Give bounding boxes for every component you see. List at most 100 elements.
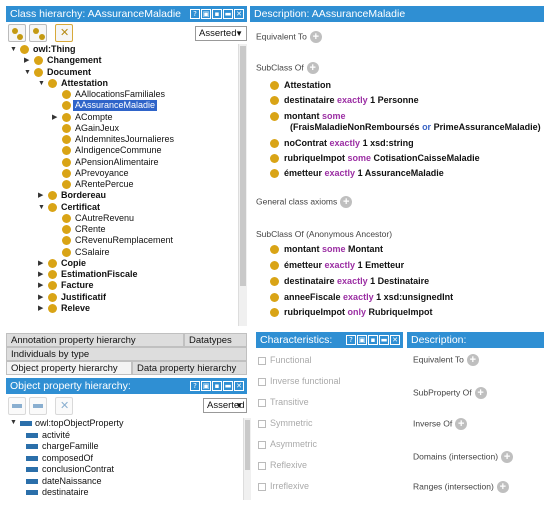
delete-property-button[interactable]: ✕ (55, 397, 73, 415)
expand-right-icon[interactable]: ▶ (38, 303, 43, 314)
add-section-button[interactable]: + (496, 481, 509, 493)
restriction-filler: Montant (348, 244, 384, 254)
property-asserted-select[interactable]: Asserted ▼ (203, 398, 247, 413)
class-tree-scrollbar-thumb[interactable] (240, 46, 246, 286)
characteristic-label: Reflexive (270, 460, 308, 470)
close-icon[interactable]: ✕ (390, 335, 400, 345)
checkbox-icon[interactable] (258, 419, 266, 428)
checkbox-icon[interactable] (258, 440, 266, 449)
help-icon[interactable]: ? (190, 381, 200, 391)
class-icon (34, 56, 43, 66)
property-tree-scrollbar[interactable] (243, 418, 251, 500)
property-description-section: Inverse Of + (413, 418, 468, 430)
property-tree-scrollbar-thumb[interactable] (245, 420, 250, 470)
class-icon (270, 245, 279, 254)
expand-down-icon[interactable]: ▼ (10, 418, 17, 428)
add-sub-property-button[interactable] (8, 397, 26, 415)
characteristic-checkbox[interactable]: Symmetric (258, 418, 313, 428)
add-section-button[interactable]: + (466, 354, 479, 366)
class-icon (20, 45, 29, 54)
expand-right-icon[interactable]: ▶ (38, 292, 43, 303)
characteristic-label: Inverse functional (270, 376, 341, 386)
equivalent-to-section: Equivalent To + (256, 31, 322, 43)
expand-right-icon[interactable]: ▶ (52, 112, 57, 123)
characteristic-checkbox[interactable]: Irreflexive (258, 481, 309, 491)
expand-down-icon[interactable]: ▼ (38, 78, 45, 89)
expand-right-icon[interactable]: ▶ (38, 269, 43, 280)
characteristic-label: Functional (270, 355, 312, 365)
object-property-label: chargeFamille (42, 441, 99, 451)
class-tree-label: Document (47, 66, 92, 77)
class-hierarchy-header: Class hierarchy: AAssuranceMaladie ? ▣ ▪… (6, 6, 247, 22)
tab-individuals-by-type[interactable]: Individuals by type (6, 347, 247, 361)
class-icon (48, 281, 57, 291)
expand-right-icon[interactable]: ▶ (38, 280, 43, 291)
characteristic-checkbox[interactable]: Inverse functional (258, 376, 341, 386)
checkbox-icon[interactable] (258, 482, 266, 491)
help-icon[interactable]: ? (190, 9, 200, 19)
characteristic-label: Irreflexive (270, 481, 310, 491)
add-subclass-button[interactable] (8, 24, 26, 42)
view-icon[interactable]: ▣ (357, 335, 367, 345)
property-name: rubriqueImpot (284, 153, 345, 163)
add-section-button[interactable]: + (455, 418, 468, 430)
characteristic-checkbox[interactable]: Functional (258, 355, 312, 365)
restriction-keyword: exactly (337, 95, 368, 105)
object-property-label: conclusionContrat (42, 464, 115, 474)
add-general-axiom-button[interactable]: + (340, 196, 353, 208)
tab-object-property-hierarchy[interactable]: Object property hierarchy (6, 361, 132, 375)
expand-down-icon[interactable]: ▼ (10, 44, 17, 55)
characteristic-checkbox[interactable]: Transitive (258, 397, 309, 407)
add-sibling-class-button[interactable] (29, 24, 47, 42)
close-icon[interactable]: ✕ (234, 9, 244, 19)
add-section-button[interactable]: + (501, 451, 514, 463)
minimize-icon[interactable]: ▬ (379, 335, 389, 345)
view-icon[interactable]: ▣ (201, 9, 211, 19)
pin-icon[interactable]: ▪ (212, 9, 222, 19)
expand-down-icon[interactable]: ▼ (38, 202, 45, 213)
asserted-select[interactable]: Asserted ▼ (195, 26, 247, 41)
class-icon (48, 303, 57, 313)
checkbox-icon[interactable] (258, 461, 266, 470)
object-property-label: activité (42, 429, 71, 440)
object-property-icon (26, 432, 38, 438)
expand-right-icon[interactable]: ▶ (38, 190, 43, 201)
minimize-icon[interactable]: ▬ (223, 381, 233, 391)
pin-icon[interactable]: ▪ (368, 335, 378, 345)
section-label: Domains (intersection) (413, 451, 499, 462)
class-tree-label: Copie (61, 257, 87, 268)
class-icon (48, 202, 57, 212)
restriction-keyword: exactly (329, 138, 361, 148)
class-tree-scrollbar[interactable] (238, 44, 247, 326)
class-tree-label: Attestation (61, 77, 108, 88)
object-property-tree: ▼ owl:topObjectProperty activité chargeFami… (6, 418, 238, 500)
object-property-title: Object property hierarchy: (10, 380, 131, 392)
checkbox-icon[interactable] (258, 356, 266, 365)
add-subclass-of-button[interactable]: + (306, 62, 319, 74)
checkbox-icon[interactable] (258, 398, 266, 407)
class-tree-label: Justificatif (61, 291, 107, 302)
minimize-icon[interactable]: ▬ (223, 9, 233, 19)
tab-data-property-hierarchy[interactable]: Data property hierarchy (132, 361, 247, 375)
property-description-title: Description: (411, 334, 467, 346)
checkbox-icon[interactable] (258, 377, 266, 386)
close-icon[interactable]: ✕ (234, 381, 244, 391)
add-sibling-property-button[interactable] (29, 397, 47, 415)
expand-right-icon[interactable]: ▶ (24, 55, 29, 66)
property-icon (33, 404, 43, 408)
tab-annotation-property-hierarchy[interactable]: Annotation property hierarchy (6, 333, 184, 347)
help-icon[interactable]: ? (346, 335, 356, 345)
pin-icon[interactable]: ▪ (212, 381, 222, 391)
delete-class-button[interactable]: ✕ (55, 24, 73, 42)
view-icon[interactable]: ▣ (201, 381, 211, 391)
characteristic-checkbox[interactable]: Asymmetric (258, 439, 317, 449)
add-section-button[interactable]: + (474, 387, 487, 399)
class-icon (270, 277, 279, 286)
delete-icon: ✕ (60, 400, 70, 412)
expand-right-icon[interactable]: ▶ (38, 258, 43, 269)
expand-down-icon[interactable]: ▼ (24, 67, 31, 78)
characteristic-checkbox[interactable]: Reflexive (258, 460, 307, 470)
class-icon (270, 261, 279, 270)
add-equivalent-button[interactable]: + (309, 31, 322, 43)
tab-datatypes[interactable]: Datatypes (184, 333, 247, 347)
